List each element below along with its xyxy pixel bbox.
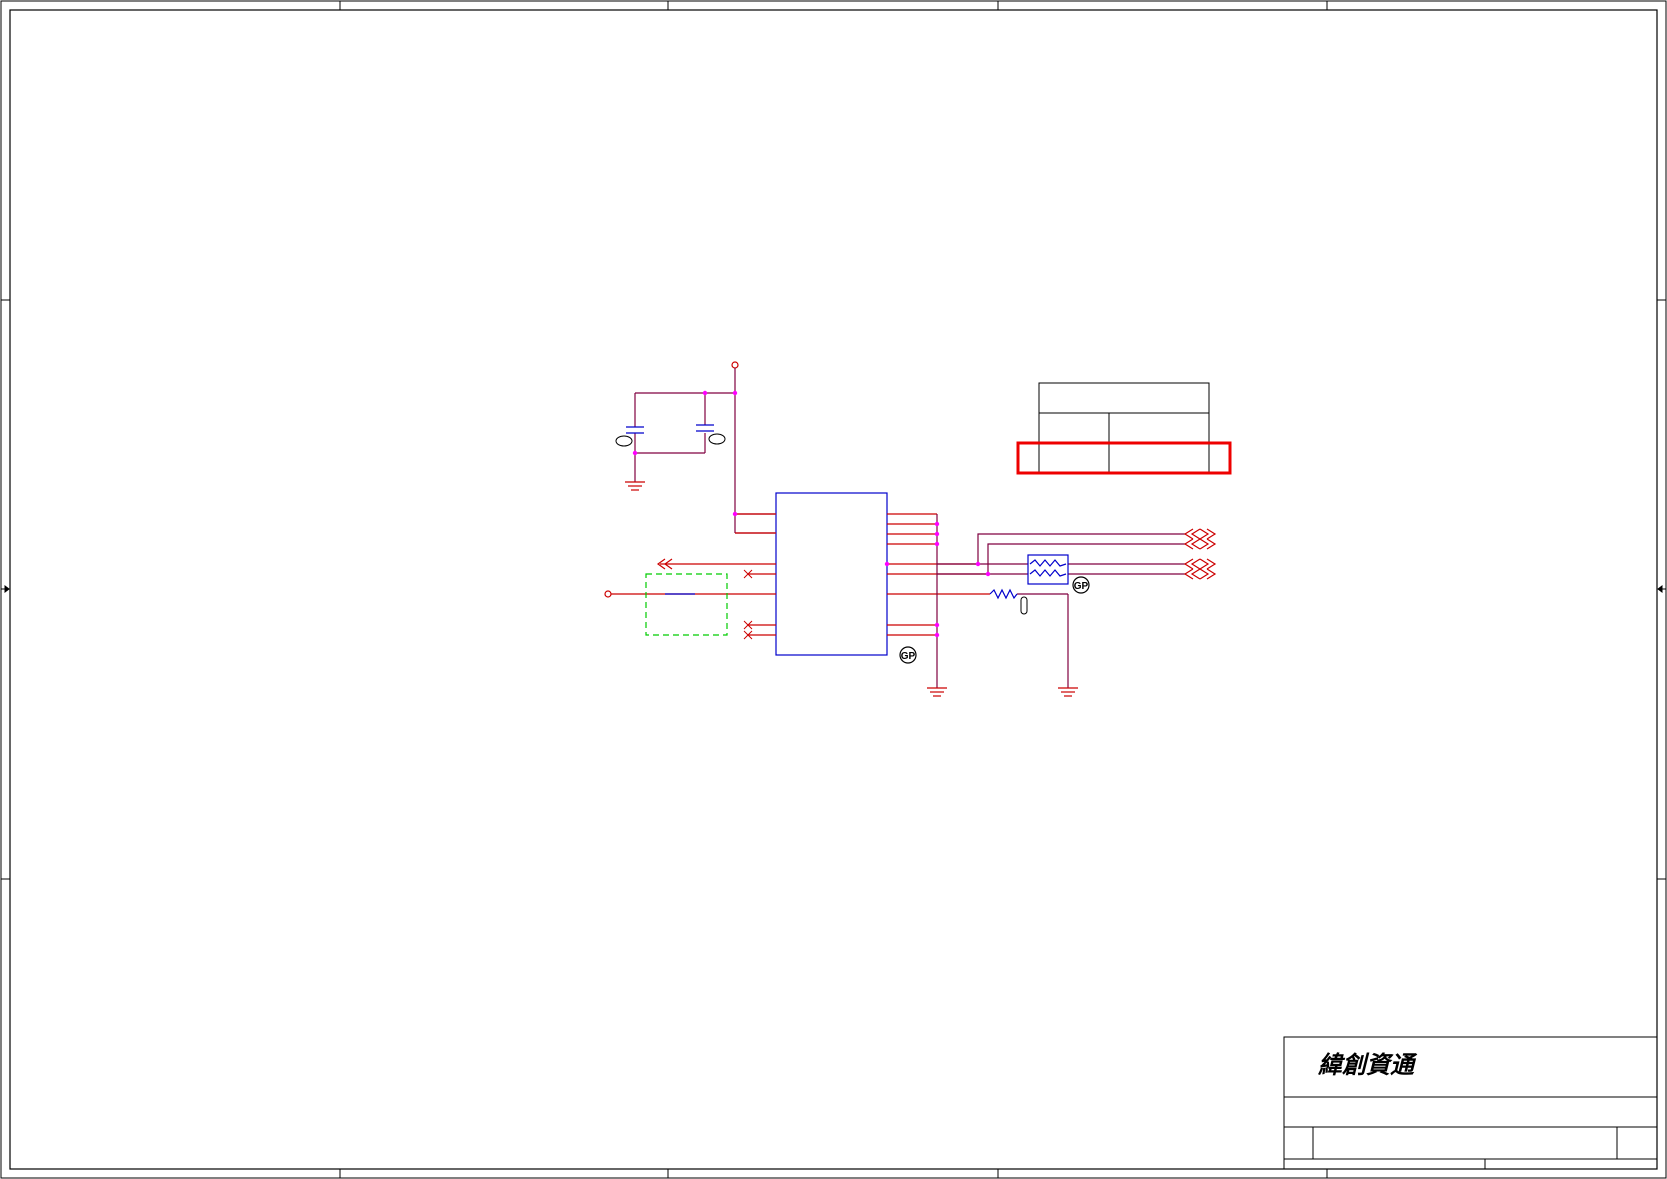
sheet-border	[0, 0, 1667, 1179]
capacitor-2	[696, 424, 714, 432]
offpage-connectors-right	[1183, 528, 1217, 580]
power-rail	[634, 361, 775, 534]
ground-symbol-resistor	[1058, 687, 1078, 697]
gp-badge-icon-2: GP	[899, 646, 917, 664]
gp-badge-label: GP	[901, 651, 916, 662]
dashed-option-box	[645, 573, 728, 636]
side-arrow-markers	[1, 585, 1666, 593]
ground-symbol-ic	[927, 687, 947, 697]
gp-badge-icon-1: GP	[1072, 576, 1090, 594]
resistor	[989, 588, 1018, 600]
schematic-sheet: GP GP 緯創資通	[0, 0, 1667, 1179]
ic-body	[775, 492, 888, 656]
input-terminal-left	[604, 590, 612, 598]
zone-ticks	[1, 1, 1666, 1178]
signal-wires	[937, 533, 1185, 688]
ground-symbol-caps	[625, 481, 645, 491]
highlight-box	[1016, 441, 1232, 475]
company-name: 緯創資通	[1317, 1050, 1418, 1079]
common-mode-choke	[1027, 554, 1069, 585]
capacitor-1	[626, 426, 644, 434]
resistor-tag-icon	[1020, 596, 1028, 615]
option-table	[1038, 382, 1210, 474]
gp-badge-label: GP	[1074, 581, 1089, 592]
no-connect-marks	[743, 569, 753, 640]
cap-badge-icons	[615, 433, 726, 447]
